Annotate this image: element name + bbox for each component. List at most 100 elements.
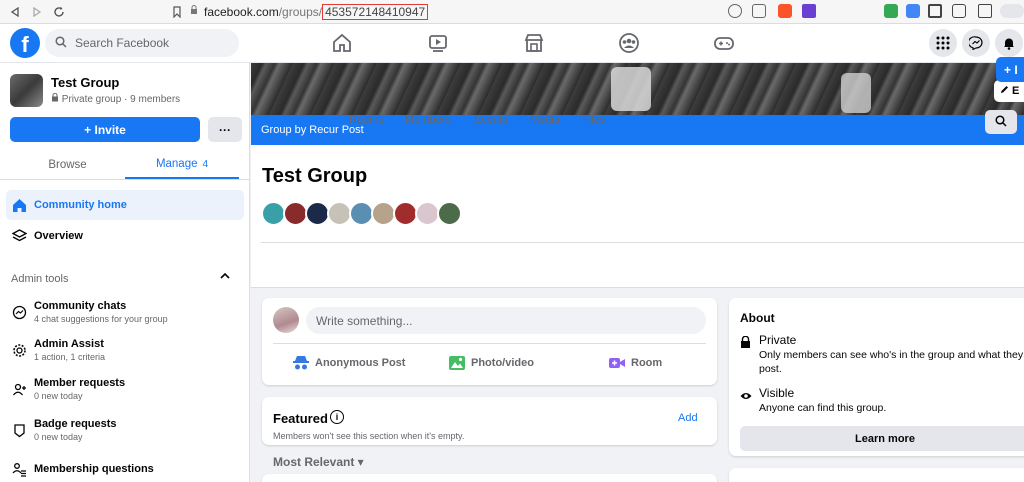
member-avatars[interactable] bbox=[261, 201, 462, 226]
install-icon[interactable] bbox=[728, 4, 742, 18]
invite-button-secondary[interactable]: + I bbox=[996, 57, 1024, 82]
sidebar-item-label: Badge requests bbox=[34, 418, 117, 430]
sort-dropdown[interactable]: Most Relevant ▾ bbox=[273, 455, 364, 469]
badge-shield-icon bbox=[10, 421, 28, 439]
group-search-button[interactable] bbox=[985, 110, 1017, 134]
url-domain: facebook.com bbox=[204, 4, 279, 19]
tab-rooms[interactable]: Rooms bbox=[349, 108, 384, 142]
messenger-icon[interactable] bbox=[962, 29, 990, 57]
learn-more-button[interactable]: Learn more bbox=[740, 426, 1024, 451]
photo-icon bbox=[448, 354, 466, 372]
edit-cover-button[interactable]: E bbox=[994, 80, 1024, 102]
tab-media[interactable]: Media bbox=[530, 108, 560, 142]
gaming-icon[interactable] bbox=[713, 32, 737, 56]
forward-icon[interactable] bbox=[26, 1, 48, 23]
tab-manage[interactable]: Manage 4 bbox=[125, 151, 239, 179]
group-thumbnail[interactable] bbox=[10, 74, 43, 107]
facebook-header: f Search Facebook bbox=[0, 24, 1024, 63]
bookmark-icon[interactable] bbox=[166, 1, 188, 23]
video-room-icon bbox=[608, 354, 626, 372]
sidebar-item-member-requests[interactable]: Member requests 0 new today bbox=[6, 374, 244, 404]
page-title: Test Group bbox=[262, 165, 368, 187]
more-options-button[interactable]: ··· bbox=[208, 117, 242, 142]
sidebar-item-overview[interactable]: Overview bbox=[6, 221, 244, 251]
search-input[interactable]: Search Facebook bbox=[45, 29, 239, 57]
tab-label: Media bbox=[530, 114, 560, 126]
action-label: Anonymous Post bbox=[315, 357, 406, 369]
watch-icon[interactable] bbox=[427, 32, 451, 56]
avatar[interactable] bbox=[437, 201, 462, 226]
tab-events[interactable]: Events bbox=[474, 108, 508, 142]
sidebar-toggle-icon[interactable] bbox=[952, 4, 966, 18]
sidebar-item-badge-requests[interactable]: Badge requests 0 new today bbox=[6, 415, 244, 445]
home-icon[interactable] bbox=[331, 32, 355, 56]
puzzle-extensions-icon[interactable] bbox=[928, 4, 942, 18]
questions-icon bbox=[10, 460, 28, 478]
featured-card: Featured i Add Members won't see this se… bbox=[262, 397, 717, 445]
private-description: Only members can see who's in the group … bbox=[759, 349, 1024, 375]
brave-rewards-icon[interactable] bbox=[802, 4, 816, 18]
sidebar-item-label: Admin Assist bbox=[34, 338, 104, 350]
tab-label: Files bbox=[582, 114, 606, 126]
lock-icon bbox=[51, 92, 62, 105]
sidebar-item-community-chats[interactable]: Community chats 4 chat suggestions for y… bbox=[6, 297, 244, 327]
tab-members[interactable]: Members bbox=[405, 108, 451, 142]
info-icon[interactable]: i bbox=[330, 410, 344, 424]
profile-icon[interactable] bbox=[1000, 4, 1024, 18]
brave-shield-icon[interactable] bbox=[778, 4, 792, 18]
sidebar-item-membership-questions[interactable]: Membership questions bbox=[6, 459, 244, 479]
notifications-bell-icon[interactable] bbox=[995, 29, 1023, 57]
menu-grid-icon[interactable] bbox=[929, 29, 957, 57]
group-meta-text: Private group · 9 members bbox=[61, 94, 181, 105]
translate-extension-icon[interactable] bbox=[906, 4, 920, 18]
anonymous-post-button[interactable]: Anonymous Post bbox=[292, 354, 405, 372]
search-icon bbox=[995, 114, 1007, 130]
avatar[interactable] bbox=[273, 307, 299, 333]
share-icon[interactable] bbox=[752, 4, 766, 18]
side-card bbox=[729, 468, 1024, 482]
featured-add-link[interactable]: Add bbox=[678, 412, 698, 424]
sidebar-item-sub: 0 new today bbox=[34, 432, 83, 442]
sidebar-item-sub: 0 new today bbox=[34, 391, 83, 401]
photo-video-button[interactable]: Photo/video bbox=[448, 354, 534, 372]
wallet-icon[interactable] bbox=[978, 4, 992, 18]
admin-tools-heading: Admin tools bbox=[11, 273, 69, 285]
info-icon-glyph: i bbox=[335, 412, 339, 422]
write-something-input[interactable]: Write something... bbox=[306, 307, 706, 334]
tab-discussion[interactable]: Discussion bbox=[262, 108, 338, 142]
eye-icon bbox=[740, 388, 752, 400]
groups-icon[interactable] bbox=[618, 32, 642, 56]
messenger-icon bbox=[10, 303, 28, 321]
room-button[interactable]: Room bbox=[608, 354, 662, 372]
facebook-logo-icon[interactable]: f bbox=[10, 28, 40, 58]
reload-icon[interactable] bbox=[48, 1, 70, 23]
pencil-icon bbox=[1000, 85, 1009, 97]
about-card: About Private Only members can see who's… bbox=[729, 298, 1024, 456]
marketplace-icon[interactable] bbox=[523, 32, 547, 56]
sidebar-item-admin-assist[interactable]: Admin Assist 1 action, 1 criteria bbox=[6, 335, 244, 365]
lock-icon bbox=[740, 335, 752, 348]
invite-button[interactable]: + Invite bbox=[10, 117, 200, 142]
sidebar-item-community-home[interactable]: Community home bbox=[6, 190, 244, 220]
sidebar-item-label: Member requests bbox=[34, 377, 126, 389]
visible-title: Visible bbox=[759, 386, 795, 400]
group-name[interactable]: Test Group bbox=[51, 75, 119, 90]
cover-photo-detail bbox=[611, 67, 651, 111]
tab-files[interactable]: Files bbox=[582, 108, 605, 142]
tab-label: Members bbox=[405, 114, 451, 126]
back-icon[interactable] bbox=[4, 1, 26, 23]
post-card bbox=[262, 474, 717, 482]
chevron-up-icon[interactable] bbox=[220, 270, 230, 282]
write-placeholder: Write something... bbox=[316, 313, 413, 328]
url-group-id: 453572148410947 bbox=[322, 3, 429, 20]
extension-icon[interactable] bbox=[884, 4, 898, 18]
tab-browse[interactable]: Browse bbox=[10, 151, 125, 179]
divider bbox=[261, 242, 1024, 243]
lock-icon bbox=[190, 5, 198, 18]
layers-icon bbox=[10, 227, 28, 245]
sidebar-item-label: Overview bbox=[34, 230, 83, 242]
search-icon bbox=[55, 35, 67, 51]
tab-manage-label: Manage bbox=[155, 158, 198, 170]
browser-toolbar: facebook.com /groups/ 453572148410947 bbox=[0, 0, 1024, 24]
sidebar-item-label: Community chats bbox=[34, 300, 127, 312]
